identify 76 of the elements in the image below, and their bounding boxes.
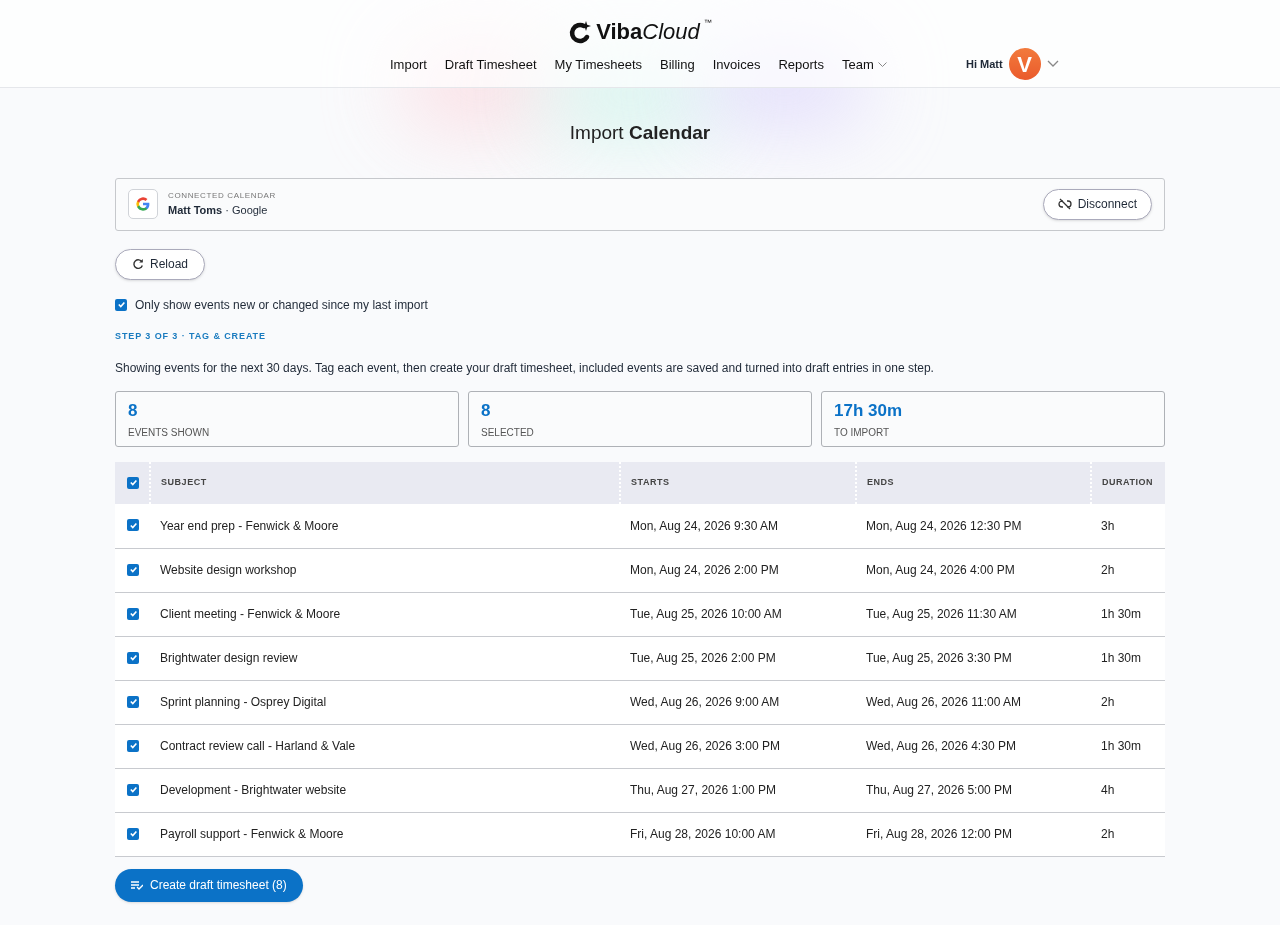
table-cell: Mon, Aug 24, 2026 12:30 PM [856,504,1091,548]
table-cell: Wed, Aug 26, 2026 3:00 PM [620,724,856,768]
checkbox[interactable] [127,607,139,620]
checklist-icon [131,880,143,890]
disconnect-button[interactable]: Disconnect [1042,188,1152,220]
table-cell: 2h [1091,680,1165,724]
checkbox[interactable] [127,739,139,752]
stat-value: 8 [128,400,139,422]
filter-label: Only show events new or changed since my last import [135,296,428,314]
reload-button[interactable]: Reload [115,248,206,280]
nav-link[interactable]: Import [390,55,427,75]
table-cell: 2h [1091,812,1165,856]
stat-label: SELECTED [481,426,535,440]
table-cell: Wed, Aug 26, 2026 4:30 PM [856,724,1091,768]
table-cell: Mon, Aug 24, 2026 9:30 AM [620,504,856,548]
table-cell: 1h 30m [1091,724,1165,768]
table-cell: Year end prep - Fenwick & Moore [150,504,620,548]
table-cell: 2h [1091,548,1165,592]
stat-value: 17h 30m [834,400,904,422]
table-cell: Tue, Aug 25, 2026 3:30 PM [856,636,1091,680]
stat-label: TO IMPORT [834,426,891,440]
table-cell: Fri, Aug 28, 2026 12:00 PM [856,812,1091,856]
connection-caption: CONNECTED CALENDAR [168,189,276,202]
table-cell: Tue, Aug 25, 2026 11:30 AM [856,592,1091,636]
nav-link[interactable]: Invoices [712,55,761,75]
table-cell: Mon, Aug 24, 2026 4:00 PM [856,548,1091,592]
checkbox[interactable] [127,783,139,796]
checkbox[interactable] [127,651,139,664]
table-cell: 1h 30m [1091,636,1165,680]
nav-link[interactable]: My Timesheets [554,55,643,75]
column-header: STARTS [620,462,856,504]
step-indicator: STEP 3 OF 3 · TAG & CREATE [115,329,267,343]
checkbox[interactable] [127,476,139,489]
table-cell: Website design workshop [150,548,620,592]
table-cell: Mon, Aug 24, 2026 2:00 PM [620,548,856,592]
table-cell: Brightwater design review [150,636,620,680]
table-cell: Thu, Aug 27, 2026 5:00 PM [856,768,1091,812]
table-cell: 4h [1091,768,1165,812]
nav-link[interactable]: Billing [660,55,695,75]
table-cell: Development - Brightwater website [150,768,620,812]
unlink-icon [1057,198,1072,210]
stat-value: 8 [481,400,492,422]
nav-link[interactable]: Draft Timesheet [444,55,537,75]
column-header: DURATION [1091,462,1165,504]
checkbox[interactable] [127,695,139,708]
table-cell: 1h 30m [1091,592,1165,636]
chevron-down-icon[interactable] [1046,60,1059,68]
stat-label: EVENTS SHOWN [128,426,211,440]
table-cell: Wed, Aug 26, 2026 11:00 AM [856,680,1091,724]
nav-link[interactable]: Reports [778,55,824,75]
google-icon [128,189,158,219]
checkbox[interactable] [127,519,139,532]
page-title: Import Calendar [568,121,712,145]
table-cell: Sprint planning - Osprey Digital [150,680,620,724]
table-cell: Contract review call - Harland & Vale [150,724,620,768]
brand-name: VibaCloud [596,18,700,46]
table-cell: Tue, Aug 25, 2026 10:00 AM [620,592,856,636]
user-greeting: Hi Matt [966,56,1003,72]
checkbox[interactable] [127,563,139,576]
create-draft-timesheet-button[interactable]: Create draft timesheet (8) [115,868,303,902]
table-cell: Thu, Aug 27, 2026 1:00 PM [620,768,856,812]
account-name: Matt Toms · Google [168,202,269,218]
nav-link[interactable]: Team [841,55,887,75]
table-cell: Wed, Aug 26, 2026 9:00 AM [620,680,856,724]
column-header: ENDS [856,462,1091,504]
table-cell: 3h [1091,504,1165,548]
checkbox[interactable] [115,298,127,311]
table-cell: Client meeting - Fenwick & Moore [150,592,620,636]
table-cell: Tue, Aug 25, 2026 2:00 PM [620,636,856,680]
column-header: SUBJECT [150,462,620,504]
trademark-sign: ™ [703,18,712,28]
description: Showing events for the next 30 days. Tag each event, then create your draft timesheet, included events are saved and turned into draft entries in one step. [115,360,935,377]
checkbox[interactable] [127,827,139,840]
table-cell: Fri, Aug 28, 2026 10:00 AM [620,812,856,856]
table-cell: Payroll support - Fenwick & Moore [150,812,620,856]
refresh-icon [132,258,144,270]
